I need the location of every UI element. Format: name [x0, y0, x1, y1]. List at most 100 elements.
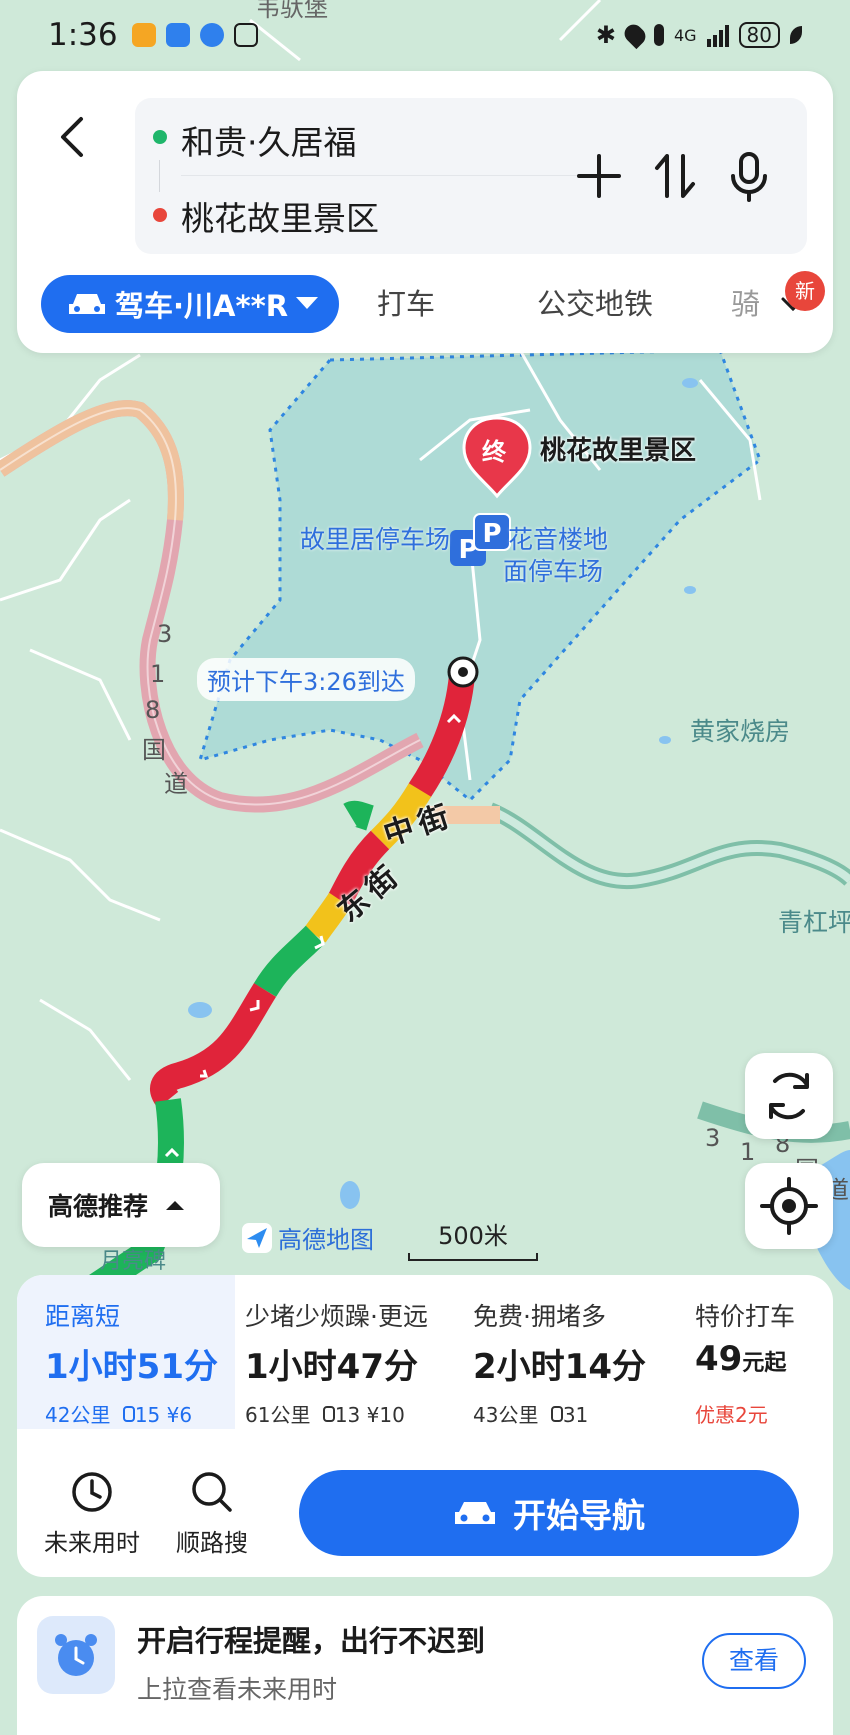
place-label-huangjia: 黄家烧房: [690, 717, 791, 746]
tab-taxi[interactable]: 打车: [377, 275, 435, 333]
start-navigation-label: 开始导航: [513, 1496, 645, 1535]
car-icon: [69, 294, 105, 314]
audio-icon: [165, 23, 190, 47]
route-option-taxi[interactable]: 特价打车 49元起 优惠2元: [681, 1275, 833, 1429]
road-label-318-4: 国: [142, 736, 166, 764]
along-search-label: 顺路搜: [176, 1529, 248, 1557]
origin-dot: [153, 130, 167, 144]
route-distance: 42公里: [45, 1403, 111, 1427]
add-waypoint-button[interactable]: [571, 146, 627, 206]
route-search-card: 和贵·久居福 桃花故里景区 驾车·川A**R 打车 公交地铁 骑 新: [17, 71, 833, 353]
swap-icon: [655, 154, 695, 198]
route-meta: 42公里 15 ¥6: [45, 1399, 192, 1428]
route-toll: ¥10: [366, 1403, 405, 1427]
mic-icon: [731, 152, 767, 202]
place-label-qinggang: 青杠坪: [778, 908, 850, 937]
route-option-less-jam[interactable]: 少堵少烦躁·更远 1小时47分 61公里 13 ¥10: [235, 1275, 463, 1429]
battery-indicator: 80: [738, 22, 780, 48]
parking-label-huayinlou-2: 面停车场: [503, 557, 604, 586]
start-navigation-button[interactable]: 开始导航: [299, 1470, 799, 1556]
route-distance: 43公里: [473, 1403, 539, 1427]
destination-field[interactable]: 桃花故里景区: [181, 192, 379, 240]
parking-label-guliju[interactable]: 故里居停车场: [300, 520, 450, 556]
eta-bubble: 预计下午3:26到达: [197, 658, 415, 701]
network-type: 4G: [673, 25, 697, 45]
route-label: 距离短: [45, 1302, 121, 1331]
route-time: 1小时51分: [45, 1347, 218, 1387]
location-icon: [620, 20, 650, 50]
tab-transit[interactable]: 公交地铁: [537, 275, 653, 333]
road-label-318-2: 1: [150, 660, 166, 688]
new-badge: 新: [785, 271, 825, 311]
route-lights: 13: [334, 1403, 361, 1427]
traffic-light-icon: [322, 1406, 335, 1422]
map-scale-label: 500米: [438, 1222, 508, 1250]
taxi-price-unit: 元起: [742, 1351, 787, 1376]
mic-icon: [653, 24, 664, 46]
route-meta: 61公里 13 ¥10: [245, 1399, 405, 1428]
app-icon: [131, 23, 156, 47]
amap-logo: 高德地图: [242, 1220, 374, 1255]
origin-field[interactable]: 和贵·久居福: [181, 116, 357, 164]
car-icon: [455, 1502, 495, 1524]
tab-drive-label: 驾车·川A**R: [115, 289, 289, 323]
caret-down-icon: [296, 297, 319, 309]
route-toll: ¥6: [166, 1403, 193, 1427]
route-connector: [159, 160, 160, 192]
back-button[interactable]: [47, 107, 97, 167]
plus-icon: [577, 154, 621, 198]
recommend-dropdown[interactable]: 高德推荐: [22, 1163, 220, 1247]
alarm-clock-icon: [37, 1616, 115, 1694]
route-meta: 43公里 31: [473, 1399, 588, 1428]
message-icon: [199, 23, 224, 47]
place-label-bottom: 月亮碑: [100, 1249, 167, 1274]
route-option-shortest[interactable]: 距离短 1小时51分 42公里 15 ¥6: [17, 1275, 235, 1429]
view-button[interactable]: 查看: [702, 1633, 806, 1689]
route-divider: [181, 175, 591, 176]
road-label-318-5: 道: [164, 770, 188, 798]
swap-button[interactable]: [647, 146, 703, 206]
tab-ride[interactable]: 骑: [731, 275, 760, 333]
search-icon: [192, 1472, 232, 1512]
parking-label-huayinlou-1[interactable]: 花音楼地: [508, 520, 608, 556]
route-options: 距离短 1小时51分 42公里 15 ¥6 少堵少烦躁·更远 1小时47分 61…: [17, 1275, 833, 1429]
route-label: 少堵少烦躁·更远: [245, 1302, 428, 1331]
nfc-icon: [233, 23, 258, 47]
destination-dot: [153, 208, 167, 222]
trip-reminder-card[interactable]: 开启行程提醒，出行不迟到 上拉查看未来用时 查看: [17, 1596, 833, 1735]
route-lights: 31: [562, 1403, 589, 1427]
road-label-318-3: 8: [145, 696, 161, 724]
route-label: 免费·拥堵多: [473, 1302, 606, 1331]
traffic-light-icon: [122, 1406, 135, 1422]
route-input-box: 和贵·久居福 桃花故里景区: [135, 98, 807, 254]
chevron-left-icon: [61, 117, 83, 157]
locate-me-button[interactable]: [745, 1163, 833, 1249]
road-label-318r-2: 1: [740, 1138, 756, 1166]
bluetooth-icon: ✱: [595, 21, 616, 49]
tab-drive[interactable]: 驾车·川A**R: [41, 275, 339, 333]
refresh-route-button[interactable]: [745, 1053, 833, 1139]
crosshair-icon: [760, 1177, 818, 1235]
taxi-promo: 优惠2元: [695, 1403, 768, 1427]
svg-text:P: P: [482, 519, 501, 549]
route-time: 2小时14分: [473, 1347, 646, 1387]
route-panel: 距离短 1小时51分 42公里 15 ¥6 少堵少烦躁·更远 1小时47分 61…: [17, 1275, 833, 1577]
along-search-button[interactable]: 顺路搜: [157, 1467, 267, 1558]
voice-button[interactable]: [721, 146, 777, 206]
road-label-318-1: 3: [157, 620, 173, 648]
destination-map-label[interactable]: 桃花故里景区: [540, 430, 696, 467]
route-lights: 15: [134, 1403, 161, 1427]
route-option-free[interactable]: 免费·拥堵多 2小时14分 43公里 31: [463, 1275, 681, 1429]
route-time: 1小时47分: [245, 1347, 418, 1387]
leaf-icon: [790, 26, 802, 44]
map-scale-bar: [408, 1253, 538, 1261]
future-time-button[interactable]: 未来用时: [37, 1467, 147, 1558]
status-right: ✱ 4G 80: [595, 20, 802, 50]
status-time: 1:36: [48, 17, 118, 53]
recommend-label: 高德推荐: [48, 1192, 149, 1221]
taxi-price: 49元起: [695, 1339, 786, 1379]
status-bar: 1:36 ✱ 4G 80: [0, 0, 850, 70]
future-time-label: 未来用时: [44, 1529, 140, 1557]
reminder-title: 开启行程提醒，出行不迟到: [137, 1624, 486, 1658]
route-distance: 61公里: [245, 1403, 311, 1427]
